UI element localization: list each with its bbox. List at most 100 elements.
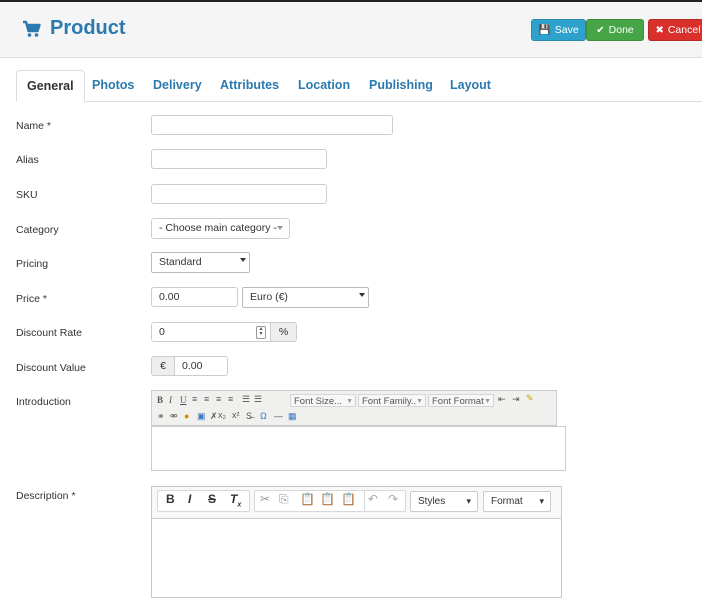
- paste-word-icon[interactable]: 📋: [341, 492, 356, 506]
- tab-attributes[interactable]: Attributes: [210, 70, 289, 101]
- introduction-editor-body[interactable]: [151, 426, 566, 471]
- outdent-icon[interactable]: ⇤: [498, 394, 506, 405]
- paste-text-icon[interactable]: 📋: [320, 492, 335, 506]
- description-editor: B I S Tx ✂ ⎘ 📋 📋 📋 ↶ ↷ Styles ▾ Format ▾: [151, 486, 562, 598]
- tab-general[interactable]: General: [16, 70, 85, 102]
- font-family-select[interactable]: Font Family.. ▼: [358, 394, 426, 407]
- alias-label: Alias: [16, 154, 39, 166]
- discount-value-input[interactable]: 0.00: [174, 356, 228, 376]
- currency-select-value: Euro (€): [250, 291, 288, 303]
- introduction-label: Introduction: [16, 396, 71, 408]
- pricing-select[interactable]: Standard: [151, 252, 250, 273]
- discount-rate-input[interactable]: 0 ▴ ▾: [151, 322, 271, 342]
- cancel-button[interactable]: ✖ Cancel: [648, 19, 702, 41]
- styles-select[interactable]: Styles ▾: [410, 491, 478, 512]
- tab-photos[interactable]: Photos: [82, 70, 144, 101]
- chevron-down-icon: [240, 258, 246, 262]
- align-center-icon[interactable]: ≡: [204, 394, 209, 404]
- chevron-down-icon: [277, 226, 283, 230]
- chevron-down-icon: ▼: [484, 398, 491, 405]
- font-size-label: Font Size...: [294, 396, 343, 407]
- category-select[interactable]: - Choose main category -: [151, 218, 290, 239]
- chevron-down-icon: ▼: [346, 398, 353, 405]
- tab-publishing[interactable]: Publishing: [359, 70, 443, 101]
- anchor-icon[interactable]: ●: [184, 411, 189, 421]
- tab-layout[interactable]: Layout: [440, 70, 501, 101]
- category-select-value: - Choose main category -: [159, 222, 277, 234]
- floppy-icon: 💾: [538, 24, 551, 36]
- image-icon[interactable]: ▣: [197, 411, 206, 422]
- align-right-icon[interactable]: ≡: [216, 394, 221, 404]
- strikethrough-icon[interactable]: S: [208, 492, 216, 506]
- euro-addon: €: [151, 356, 175, 376]
- done-button[interactable]: ✔ Done: [586, 19, 644, 41]
- description-editor-body[interactable]: [152, 518, 561, 597]
- chevron-down-icon: ▼: [416, 398, 423, 405]
- save-button[interactable]: 💾 Save: [531, 19, 586, 41]
- sku-input[interactable]: [151, 184, 327, 204]
- copy-icon[interactable]: ⎘: [279, 492, 289, 507]
- pricing-label: Pricing: [16, 258, 49, 270]
- save-label: Save: [554, 24, 579, 36]
- price-input[interactable]: 0.00: [151, 287, 238, 307]
- category-label: Category: [16, 224, 59, 236]
- done-label: Done: [608, 24, 634, 36]
- table-icon[interactable]: ▦: [288, 411, 297, 422]
- align-left-icon[interactable]: ≡: [192, 394, 197, 404]
- chevron-down-icon: [359, 293, 365, 297]
- italic-icon[interactable]: I: [188, 492, 191, 506]
- underline-icon[interactable]: U: [180, 395, 187, 405]
- check-icon: ✔: [596, 24, 605, 36]
- superscript-icon[interactable]: x²: [232, 410, 240, 420]
- italic-icon[interactable]: I: [169, 395, 172, 405]
- format-select[interactable]: Format ▾: [483, 491, 551, 512]
- tab-bar: General Photos Delivery Attributes Locat…: [16, 70, 702, 102]
- name-label: Name *: [16, 120, 52, 132]
- format-label: Format: [491, 496, 523, 507]
- clear-format-icon[interactable]: ✗: [210, 411, 218, 422]
- discount-value-label: Discount Value: [16, 362, 86, 374]
- tab-delivery[interactable]: Delivery: [143, 70, 212, 101]
- bold-icon[interactable]: B: [166, 492, 175, 506]
- page-title: Product: [22, 17, 126, 40]
- font-size-select[interactable]: Font Size... ▼: [290, 394, 356, 407]
- charmap-icon[interactable]: Ω: [260, 411, 267, 421]
- align-justify-icon[interactable]: ≡: [228, 394, 233, 404]
- font-family-label: Font Family..: [362, 396, 417, 407]
- name-input[interactable]: [151, 115, 393, 135]
- redo-icon[interactable]: ↷: [388, 492, 398, 506]
- pricing-select-value: Standard: [159, 256, 202, 268]
- indent-icon[interactable]: ⇥: [512, 394, 520, 405]
- alias-input[interactable]: [151, 149, 327, 169]
- link-icon[interactable]: ⚭: [157, 411, 165, 422]
- percent-addon: %: [270, 322, 297, 342]
- cancel-label: Cancel: [667, 24, 701, 36]
- sku-label: SKU: [16, 189, 38, 201]
- discount-rate-value: 0: [159, 326, 165, 338]
- unlink-icon[interactable]: ⚮: [170, 411, 178, 422]
- discount-rate-label: Discount Rate: [16, 327, 82, 339]
- chevron-down-icon: ▾: [466, 496, 471, 506]
- introduction-editor-toolbar: B I U ≡ ≡ ≡ ≡ ☰ ☰ Font Size... ▼ Font Fa…: [151, 390, 557, 426]
- horizontal-rule-icon[interactable]: —: [274, 411, 283, 421]
- description-label: Description *: [16, 490, 76, 502]
- cart-icon: [22, 20, 42, 38]
- spinner-icon[interactable]: ▴ ▾: [256, 326, 266, 339]
- cut-icon[interactable]: ✂: [260, 492, 270, 506]
- price-label: Price *: [16, 293, 47, 305]
- bold-icon[interactable]: B: [157, 395, 163, 405]
- description-editor-toolbar: B I S Tx ✂ ⎘ 📋 📋 📋 ↶ ↷ Styles ▾ Format ▾: [152, 487, 561, 519]
- paste-icon[interactable]: 📋: [300, 492, 315, 506]
- unordered-list-icon[interactable]: ☰: [254, 394, 262, 405]
- remove-format-icon[interactable]: Tx: [230, 492, 241, 508]
- undo-icon[interactable]: ↶: [368, 492, 378, 506]
- chevron-down-icon: ▾: [539, 496, 544, 506]
- ordered-list-icon[interactable]: ☰: [242, 394, 250, 405]
- tab-location[interactable]: Location: [288, 70, 360, 101]
- font-format-select[interactable]: Font Format ▼: [428, 394, 494, 407]
- currency-select[interactable]: Euro (€): [242, 287, 369, 308]
- subscript-icon[interactable]: x₂: [218, 410, 226, 420]
- font-format-label: Font Format: [432, 396, 484, 407]
- strikethrough-icon[interactable]: S̶: [246, 411, 252, 421]
- edit-icon[interactable]: ✎: [526, 393, 534, 404]
